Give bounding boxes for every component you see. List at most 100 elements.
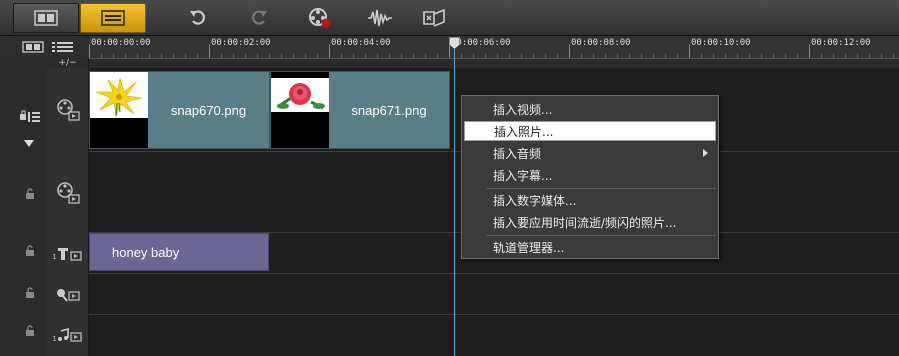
menu-item-insert-time-lapse-photo[interactable]: 插入要应用时间流逝/频闪的照片...: [464, 212, 716, 232]
ruler-minor-tick: [665, 54, 666, 58]
video-clip[interactable]: snap671.png: [270, 71, 450, 149]
ruler-minor-tick: [629, 54, 630, 58]
menu-item-label: 插入要应用时间流逝/频闪的照片...: [493, 215, 677, 230]
time-ruler[interactable]: 00:00:00:00 00:00:02:00 00:00:04:00 00:0…: [89, 36, 899, 59]
ruler-minor-tick: [221, 54, 222, 58]
ruler-tick-mark: [569, 44, 570, 58]
ruler-minor-tick: [557, 54, 558, 58]
title-track-header[interactable]: 1: [47, 233, 89, 274]
music-track[interactable]: [89, 315, 899, 356]
ruler-tick-label: 00:00:02:00: [211, 38, 271, 48]
ruler-minor-tick: [797, 54, 798, 58]
record-capture-icon: [309, 8, 331, 28]
overlay-track-header[interactable]: [47, 152, 89, 233]
ruler-minor-tick: [581, 54, 582, 58]
menu-item-label: 插入音频: [493, 146, 542, 161]
ruler-minor-tick: [161, 54, 162, 58]
title-clip[interactable]: honey baby: [89, 233, 269, 271]
clip-filename: snap671.png: [351, 102, 427, 118]
menu-separator: [486, 235, 716, 236]
title-text-icon: [57, 247, 82, 261]
lock-icon[interactable]: [24, 287, 36, 299]
ruler-minor-tick: [725, 54, 726, 58]
record-capture-button[interactable]: [305, 4, 335, 32]
track-lock-column: [0, 58, 48, 356]
ruler-minor-tick: [365, 54, 366, 58]
redo-button[interactable]: [244, 4, 274, 32]
menu-item-track-manager[interactable]: 轨道管理器...: [464, 237, 716, 257]
menu-item-insert-digital-media[interactable]: 插入数字媒体...: [464, 190, 716, 210]
menu-item-label: 插入字幕...: [493, 168, 553, 183]
ruler-minor-tick: [281, 54, 282, 58]
menu-separator: [486, 188, 716, 189]
ruler-minor-tick: [125, 54, 126, 58]
ruler-minor-tick: [245, 54, 246, 58]
menu-item-insert-video[interactable]: 插入视频...: [464, 99, 716, 119]
ruler-minor-tick: [521, 54, 522, 58]
ruler-minor-tick: [869, 54, 870, 58]
lock-icon[interactable]: [24, 188, 36, 200]
ruler-tick-mark: [209, 44, 210, 58]
menu-item-insert-audio[interactable]: 插入音频: [464, 143, 716, 163]
ruler-tick-label: 00:00:04:00: [331, 38, 391, 48]
music-track-header[interactable]: 1: [47, 315, 89, 356]
menu-item-label: 插入数字媒体...: [493, 193, 577, 208]
timeline-view-button[interactable]: [80, 3, 146, 33]
ruler-minor-tick: [545, 54, 546, 58]
list-icon[interactable]: [52, 41, 74, 53]
storyboard-view-button[interactable]: [13, 3, 79, 33]
ruler-minor-tick: [269, 54, 270, 58]
zoom-control[interactable]: +/−: [47, 58, 89, 68]
ruler-header: [0, 36, 89, 58]
yellow-flower-image: [90, 72, 148, 118]
auto-music-button[interactable]: [420, 4, 450, 32]
menu-item-label: 插入视频...: [493, 102, 553, 117]
undo-button[interactable]: [183, 4, 213, 32]
menu-item-insert-subtitle[interactable]: 插入字幕...: [464, 165, 716, 185]
music-note-icon: [57, 327, 82, 342]
zoom-control-label: +/−: [58, 58, 77, 68]
expand-arrow-icon[interactable]: [24, 140, 34, 147]
ruler-minor-tick: [413, 54, 414, 58]
ruler-tick-mark: [329, 44, 330, 58]
ruler-minor-tick: [233, 54, 234, 58]
audio-mix-button[interactable]: [365, 4, 395, 32]
voice-track[interactable]: [89, 274, 899, 315]
track-manager-icon[interactable]: [19, 110, 41, 124]
audio-waveform-icon: [368, 9, 392, 27]
ruler-minor-tick: [377, 54, 378, 58]
ruler-minor-tick: [401, 54, 402, 58]
ruler-minor-tick: [713, 54, 714, 58]
ruler-minor-tick: [305, 54, 306, 58]
ruler-minor-tick: [425, 54, 426, 58]
menu-item-label: 插入照片...: [494, 124, 554, 139]
ruler-minor-tick: [749, 54, 750, 58]
voice-track-header[interactable]: [47, 274, 89, 315]
ruler-tick-label: 00:00:12:00: [811, 38, 871, 48]
playhead-line[interactable]: [454, 42, 455, 356]
ruler-tick-mark: [689, 44, 690, 58]
menu-item-label: 轨道管理器...: [493, 240, 565, 255]
red-rose-image: [271, 78, 329, 112]
film-grid-icon[interactable]: [22, 41, 44, 53]
menu-item-insert-photo[interactable]: 插入照片...: [464, 121, 716, 141]
timeline-icon: [101, 10, 125, 26]
ruler-minor-tick: [881, 54, 882, 58]
lock-icon[interactable]: [24, 325, 36, 337]
ruler-minor-tick: [461, 54, 462, 58]
ruler-minor-tick: [497, 54, 498, 58]
ruler-minor-tick: [473, 54, 474, 58]
ruler-minor-tick: [641, 54, 642, 58]
ruler-minor-tick: [317, 54, 318, 58]
video-track-header[interactable]: [47, 68, 89, 152]
lock-icon[interactable]: [24, 245, 36, 257]
ruler-minor-tick: [185, 54, 186, 58]
ruler-minor-tick: [101, 54, 102, 58]
ruler-minor-tick: [761, 54, 762, 58]
ruler-tick-mark: [449, 44, 450, 58]
video-clip[interactable]: snap670.png: [89, 71, 270, 149]
clip-thumbnail: [271, 72, 329, 148]
ruler-minor-tick: [137, 54, 138, 58]
clip-filename: snap670.png: [170, 102, 247, 118]
ruler-minor-tick: [857, 54, 858, 58]
